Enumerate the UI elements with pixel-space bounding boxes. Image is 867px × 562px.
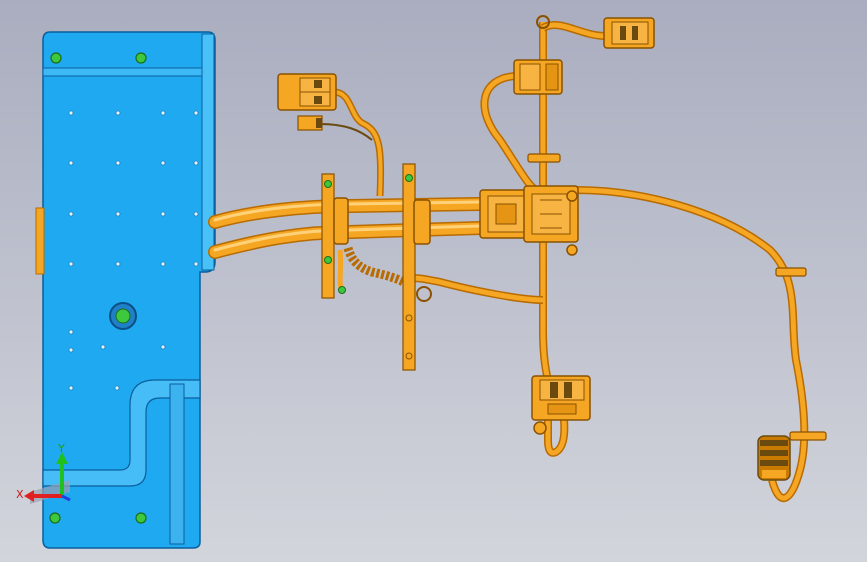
axis-label-y: Y bbox=[57, 442, 65, 455]
plate-top-band bbox=[42, 67, 216, 77]
plate-hole bbox=[160, 160, 166, 166]
plate-hole bbox=[193, 110, 199, 116]
plate-hole bbox=[193, 211, 199, 217]
plate-hole bbox=[100, 344, 106, 350]
plate-hole bbox=[115, 211, 121, 217]
green-dot-marker bbox=[50, 52, 62, 64]
plate-left-tab bbox=[35, 207, 45, 275]
plate-hole bbox=[114, 385, 120, 391]
plate-channel-rail bbox=[169, 383, 185, 545]
plate-hole bbox=[160, 211, 166, 217]
cad-viewport[interactable]: X Y bbox=[0, 0, 867, 562]
plate-hole bbox=[68, 347, 74, 353]
plate-side-rail bbox=[201, 33, 215, 271]
axis-label-x: X bbox=[16, 488, 24, 501]
green-dot-marker bbox=[135, 512, 147, 524]
plate-hole bbox=[68, 160, 74, 166]
plate-hole bbox=[160, 344, 166, 350]
plate-hole bbox=[115, 261, 121, 267]
plate-hole bbox=[160, 110, 166, 116]
plate-hole bbox=[193, 160, 199, 166]
plate-hole bbox=[68, 110, 74, 116]
connector-small-left[interactable] bbox=[297, 115, 323, 131]
plate-hole bbox=[115, 160, 121, 166]
plate-hole bbox=[68, 329, 74, 335]
plate-center-boss-inner bbox=[115, 308, 131, 324]
connector-spine-upper[interactable] bbox=[513, 59, 563, 95]
green-dot-marker bbox=[49, 512, 61, 524]
plate-hole bbox=[115, 110, 121, 116]
connector-upper-left[interactable] bbox=[277, 73, 337, 111]
connector-round-right[interactable] bbox=[757, 435, 791, 481]
plate-hole bbox=[68, 211, 74, 217]
plate-hole bbox=[193, 261, 199, 267]
connector-top-right[interactable] bbox=[603, 17, 655, 49]
plate-hole bbox=[68, 261, 74, 267]
green-dot-marker bbox=[135, 52, 147, 64]
plate-hole bbox=[160, 261, 166, 267]
plate-hole bbox=[68, 385, 74, 391]
